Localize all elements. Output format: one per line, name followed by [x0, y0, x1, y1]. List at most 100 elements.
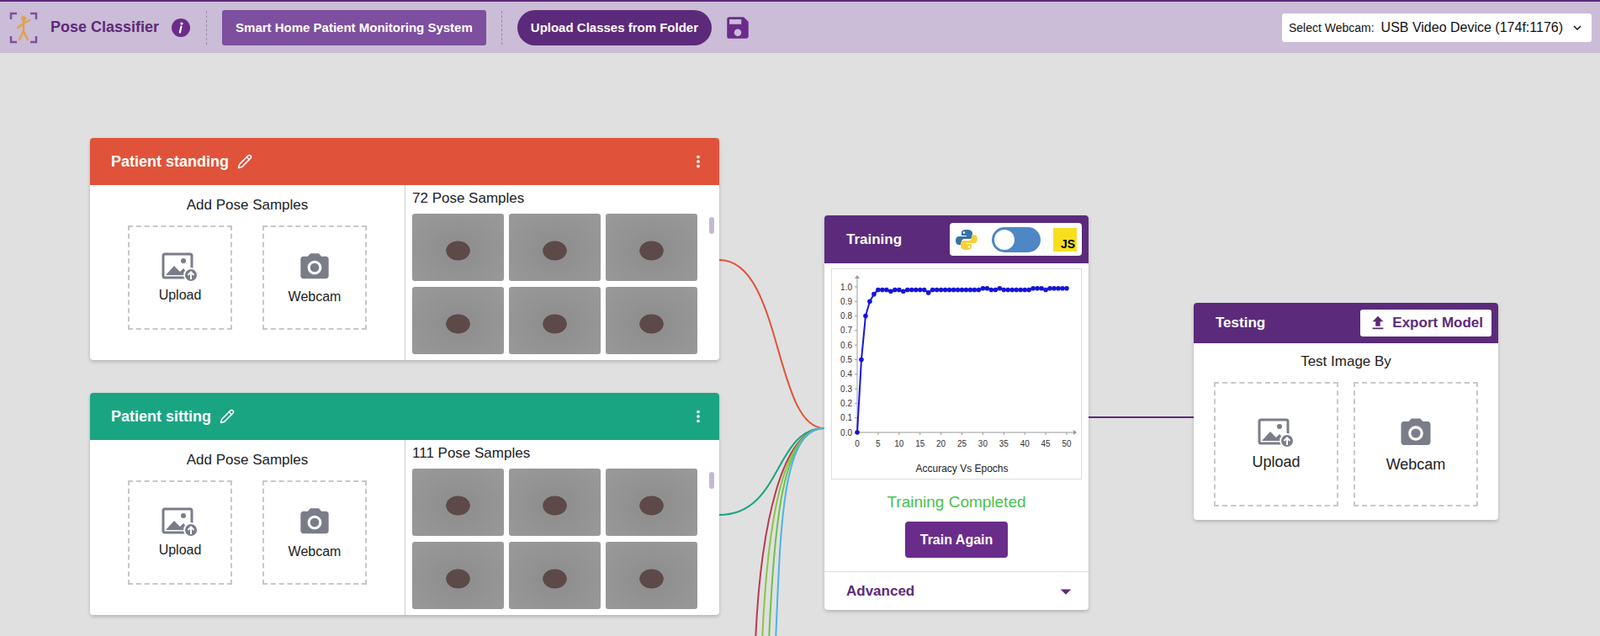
data-point	[1047, 286, 1053, 292]
x-tick: 0	[854, 439, 860, 449]
x-tick: 15	[915, 439, 926, 449]
data-point	[854, 429, 860, 435]
js-badge[interactable]: JS	[1053, 227, 1077, 252]
data-point	[985, 286, 991, 292]
more-icon[interactable]	[688, 152, 708, 171]
caret-down-icon	[1053, 578, 1079, 604]
data-point	[917, 287, 923, 293]
accuracy-chart: 0.00.10.20.30.40.50.60.70.80.91.00510152…	[831, 269, 1081, 479]
data-point	[959, 287, 965, 293]
webcam-label: Webcam	[288, 544, 342, 560]
add-samples: Add Pose SamplesUploadWebcam	[90, 185, 406, 361]
class-header: Patient sitting	[90, 392, 720, 440]
data-point	[989, 287, 995, 293]
advanced-toggle[interactable]: Advanced	[824, 571, 1089, 610]
data-point	[888, 288, 894, 294]
data-point	[976, 287, 982, 293]
test-webcam-box[interactable]: Webcam	[1353, 381, 1479, 507]
test-webcam-label: Webcam	[1386, 455, 1447, 474]
train-again-button[interactable]: Train Again	[905, 521, 1009, 558]
camera-icon	[297, 505, 332, 540]
sample-thumbnail[interactable]	[605, 213, 698, 281]
data-point	[1009, 287, 1015, 293]
upload-box[interactable]: Upload	[127, 480, 233, 585]
language-switch[interactable]	[991, 227, 1041, 253]
accuracy-line	[857, 288, 1067, 433]
upload-classes-button[interactable]: Upload Classes from Folder	[517, 10, 712, 46]
data-point	[1026, 287, 1032, 293]
class-name: Patient standing	[111, 153, 229, 171]
connection-line	[1088, 416, 1194, 419]
data-point	[947, 287, 953, 293]
y-tick: 0.2	[840, 398, 853, 408]
data-point	[964, 287, 970, 293]
class-name: Patient sitting	[111, 407, 212, 426]
class-header: Patient standing	[90, 137, 720, 186]
camera-icon	[297, 250, 332, 285]
data-point	[892, 287, 898, 293]
y-tick: 0.9	[840, 296, 853, 307]
data-point	[1064, 286, 1070, 292]
sample-thumbnail[interactable]	[412, 213, 504, 281]
more-icon[interactable]	[688, 407, 708, 426]
data-point	[980, 286, 986, 292]
edit-icon[interactable]	[237, 153, 253, 170]
test-upload-box[interactable]: Upload	[1213, 381, 1339, 507]
sample-thumbnail[interactable]	[508, 468, 601, 536]
scrollbar[interactable]	[709, 217, 715, 234]
webcam-box[interactable]: Webcam	[262, 225, 367, 330]
class-card: Patient standingAdd Pose SamplesUploadWe…	[90, 137, 720, 361]
webcam-select[interactable]: Select Webcam:USB Video Device (174f:117…	[1282, 13, 1592, 43]
x-tick: 5	[875, 439, 881, 449]
y-tick: 0.7	[840, 325, 853, 335]
image-upload-icon	[1257, 418, 1295, 449]
scrollbar[interactable]	[709, 471, 715, 489]
upload-box[interactable]: Upload	[127, 225, 233, 330]
data-point	[909, 287, 915, 293]
sample-thumbnail[interactable]	[605, 286, 698, 355]
connection-line	[762, 428, 825, 636]
webcam-box[interactable]: Webcam	[262, 480, 367, 585]
training-header: TrainingJS	[824, 215, 1089, 264]
sample-thumbnail[interactable]	[412, 286, 504, 355]
data-point	[934, 287, 940, 293]
export-model-button[interactable]: Export Model	[1360, 309, 1492, 337]
training-status: Training Completed	[824, 492, 1089, 512]
webcam-label: Webcam	[288, 289, 342, 305]
testing-panel: TestingExport ModelTest Image ByUploadWe…	[1193, 302, 1499, 520]
info-icon[interactable]	[170, 17, 191, 38]
python-icon[interactable]	[954, 227, 979, 252]
save-icon[interactable]	[723, 13, 753, 43]
edit-icon[interactable]	[219, 408, 235, 424]
x-tick: 50	[1061, 439, 1072, 449]
image-upload-icon	[161, 507, 199, 538]
samples: 72 Pose Samples	[405, 185, 720, 361]
data-point	[871, 291, 877, 297]
sample-thumbnail[interactable]	[508, 286, 601, 355]
sample-thumbnail[interactable]	[508, 541, 601, 610]
data-point	[943, 287, 949, 293]
data-point	[863, 313, 869, 319]
data-point	[879, 287, 885, 293]
test-prompt: Test Image By	[1300, 353, 1392, 371]
class-body: Add Pose SamplesUploadWebcam111 Pose Sam…	[90, 439, 720, 615]
project-button[interactable]: Smart Home Patient Monitoring System	[222, 10, 487, 46]
upload-label: Upload	[158, 542, 202, 558]
connection-line	[755, 428, 825, 636]
y-tick: 0.8	[840, 311, 853, 321]
separator	[206, 10, 207, 45]
sample-thumbnail[interactable]	[412, 541, 504, 610]
data-point	[1043, 287, 1049, 293]
webcam-label: Select Webcam:	[1288, 21, 1375, 35]
sample-thumbnail[interactable]	[508, 213, 601, 281]
data-point	[913, 287, 919, 293]
separator	[501, 10, 503, 45]
sample-thumbnail[interactable]	[412, 468, 504, 536]
data-point	[900, 288, 906, 294]
x-tick: 45	[1041, 439, 1052, 449]
y-tick: 0.6	[840, 340, 853, 350]
data-point	[955, 287, 961, 293]
sample-thumbnail[interactable]	[605, 541, 698, 610]
sample-thumbnail[interactable]	[605, 468, 698, 536]
y-tick: 0.1	[840, 413, 853, 423]
